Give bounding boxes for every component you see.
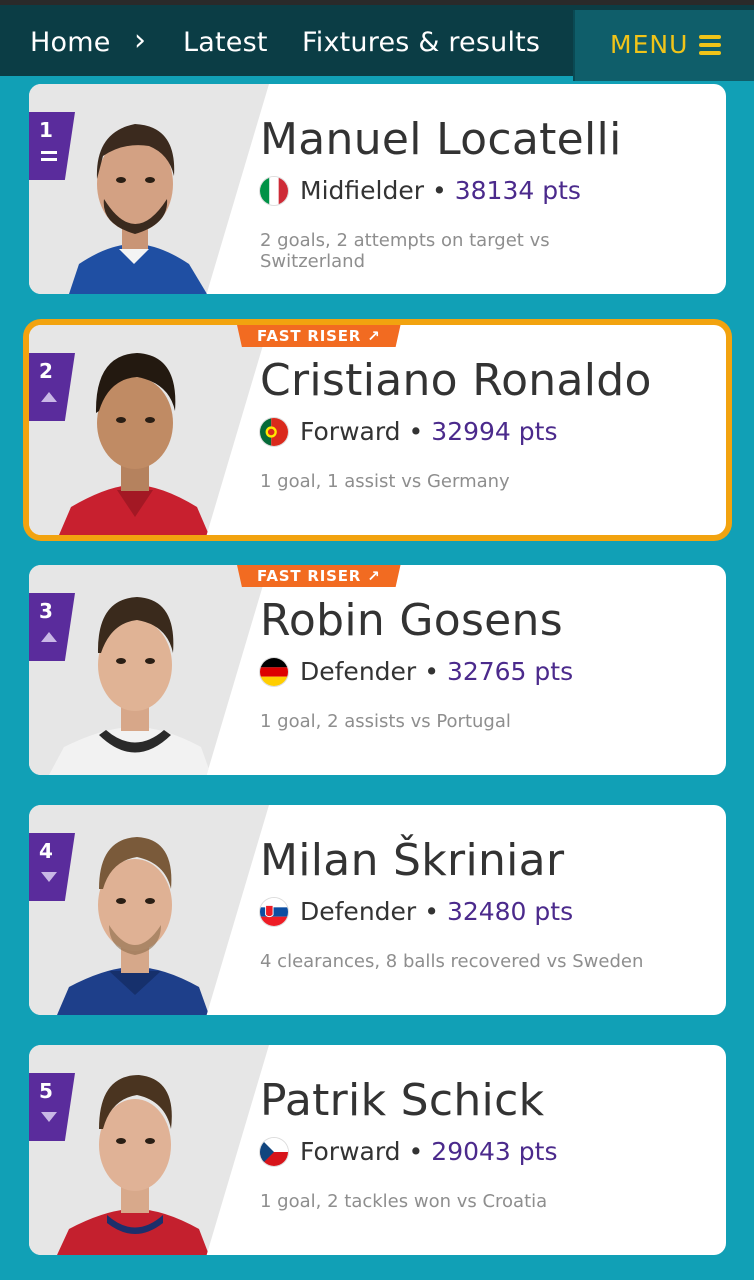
player-name: Milan Škriniar — [260, 835, 565, 886]
chevron-right-icon: › — [134, 23, 147, 58]
player-performance-description: 4 clearances, 8 balls recovered vs Swede… — [260, 951, 644, 972]
czech-republic-flag-icon — [260, 1137, 288, 1166]
player-points: 32765 pts — [446, 657, 574, 686]
rank-number: 5 — [39, 1079, 53, 1103]
player-name: Patrik Schick — [260, 1075, 545, 1126]
italy-flag-icon — [260, 176, 288, 205]
player-name: Manuel Locatelli — [260, 114, 622, 165]
player-name: Cristiano Ronaldo — [260, 355, 652, 406]
rank-number: 4 — [39, 839, 53, 863]
player-position: Defender — [300, 657, 417, 686]
player-position: Defender — [300, 897, 417, 926]
player-position: Forward — [300, 417, 401, 446]
player-name: Robin Gosens — [260, 595, 563, 646]
player-card[interactable]: 4 Milan Škriniar Defender • 32480 pts 4 … — [29, 805, 726, 1015]
player-card[interactable]: 2 FAST RISER ↗ Cristiano Ronaldo Forward… — [29, 325, 726, 535]
rank-up-icon — [41, 392, 57, 402]
player-card[interactable]: 3 FAST RISER ↗ Robin Gosens Defender • 3… — [29, 565, 726, 775]
player-points: 29043 pts — [431, 1137, 558, 1166]
rank-number: 3 — [39, 599, 53, 623]
player-card[interactable]: 5 Patrik Schick Forward • 29043 pts 1 go… — [29, 1045, 726, 1255]
slovakia-flag-icon — [260, 897, 288, 926]
player-meta: Defender • 32480 pts — [260, 897, 573, 926]
player-meta: Midfielder • 38134 pts — [260, 176, 581, 205]
player-points: 32480 pts — [446, 897, 574, 926]
player-position: Midfielder — [300, 176, 424, 205]
player-meta: Forward • 29043 pts — [260, 1137, 557, 1166]
player-meta: Defender • 32765 pts — [260, 657, 573, 686]
rank-up-icon — [41, 632, 57, 642]
player-performance-description: 2 goals, 2 attempts on target vs Switzer… — [260, 230, 550, 272]
germany-flag-icon — [260, 657, 288, 686]
player-points: 32994 pts — [431, 417, 558, 446]
top-navigation-bar: Home › Latest Fixtures & results MENU — [0, 0, 754, 81]
nav-home-link[interactable]: Home — [30, 27, 111, 58]
nav-fixtures-results-link[interactable]: Fixtures & results — [302, 27, 540, 58]
separator-dot: • — [424, 657, 439, 686]
rank-number: 1 — [39, 118, 53, 142]
rank-unchanged-icon — [41, 151, 57, 161]
player-meta: Forward • 32994 pts — [260, 417, 557, 446]
player-points: 38134 pts — [454, 176, 581, 205]
fast-riser-badge: FAST RISER ↗ — [237, 565, 401, 587]
hamburger-menu-icon — [699, 35, 721, 55]
rank-down-icon — [41, 1112, 57, 1122]
menu-button[interactable]: MENU — [573, 10, 754, 81]
player-position: Forward — [300, 1137, 401, 1166]
player-performance-description: 1 goal, 1 assist vs Germany — [260, 471, 510, 492]
portugal-flag-icon — [260, 417, 288, 446]
player-performance-description: 1 goal, 2 tackles won vs Croatia — [260, 1191, 548, 1212]
player-performance-description: 1 goal, 2 assists vs Portugal — [260, 711, 511, 732]
fast-riser-badge: FAST RISER ↗ — [237, 325, 401, 347]
rank-down-icon — [41, 872, 57, 882]
separator-dot: • — [408, 1137, 424, 1166]
separator-dot: • — [432, 176, 447, 205]
nav-latest-link[interactable]: Latest — [183, 27, 268, 58]
separator-dot: • — [424, 897, 439, 926]
player-card[interactable]: 1 Manuel Locatelli Midfielder • 38134 pt… — [29, 84, 726, 294]
rank-number: 2 — [39, 359, 53, 383]
menu-label: MENU — [610, 30, 689, 59]
separator-dot: • — [408, 417, 424, 446]
